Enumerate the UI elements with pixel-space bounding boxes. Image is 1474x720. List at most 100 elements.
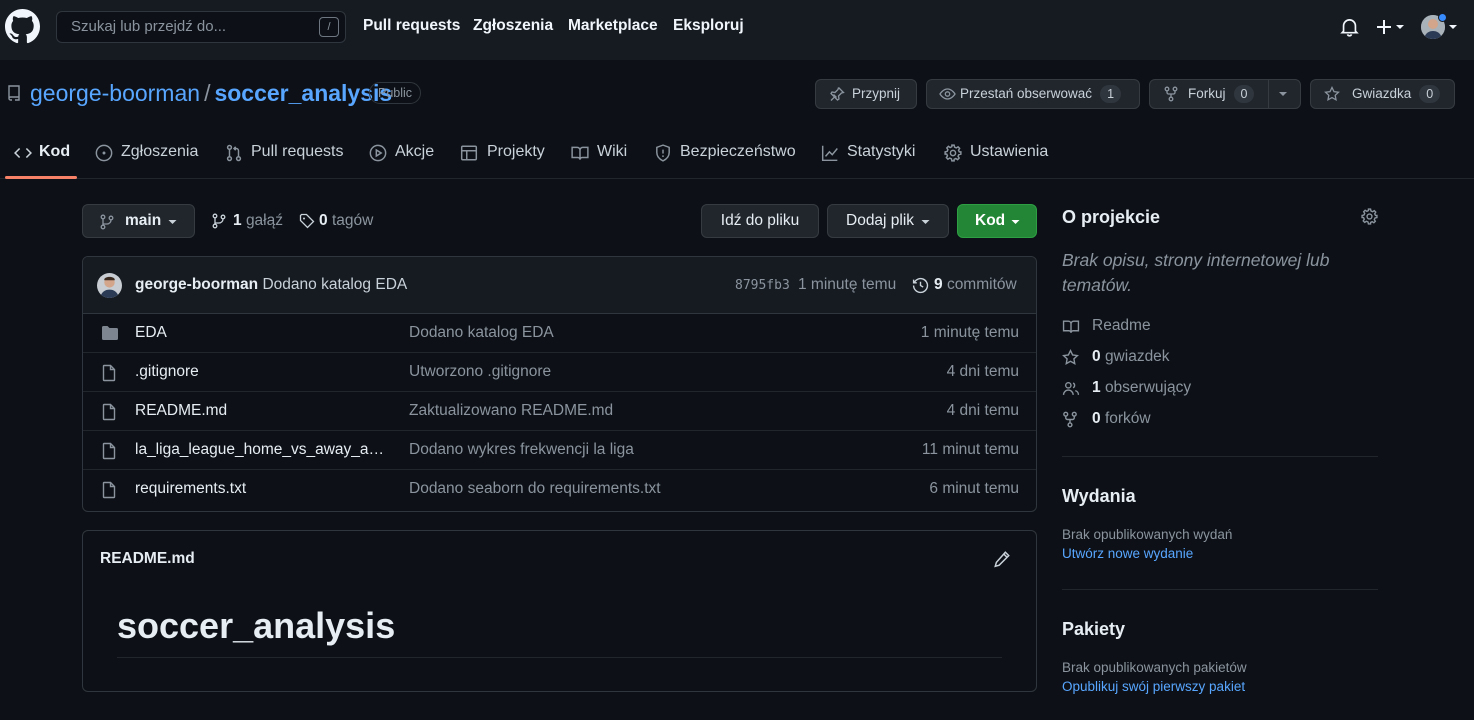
nav-issues[interactable]: Zgłoszenia (473, 17, 553, 35)
unwatch-button[interactable]: Przestań obserwować 1 (926, 79, 1140, 109)
fork-icon (1062, 411, 1078, 428)
forks-label: forków (1104, 410, 1151, 427)
nav-pull-requests[interactable]: Pull requests (363, 17, 460, 35)
commit-message-link[interactable]: Dodano katalog EDA (262, 276, 407, 293)
play-icon (369, 144, 387, 162)
add-file-caret-icon (921, 219, 930, 225)
search-input[interactable]: Szukaj lub przejdź do... / (56, 11, 346, 43)
tab-security-label: Bezpieczeństwo (680, 143, 796, 160)
file-commit-message[interactable]: Zaktualizowano README.md (409, 402, 613, 420)
star-button[interactable]: Gwiazdka 0 (1310, 79, 1455, 109)
tab-wiki-label: Wiki (597, 143, 628, 160)
repo-icon (6, 84, 22, 102)
tags-link[interactable]: 0 tagów (299, 212, 373, 230)
star-label: Gwiazdka (1352, 86, 1412, 101)
releases-title[interactable]: Wydania (1062, 486, 1136, 507)
file-commit-message[interactable]: Dodano seaborn do requirements.txt (409, 480, 661, 498)
branch-icon (100, 214, 114, 230)
repo-name-link[interactable]: soccer_analysis (214, 80, 392, 106)
branch-count-label: gałąź (245, 212, 283, 229)
file-commit-message[interactable]: Dodano katalog EDA (409, 324, 554, 342)
pin-button[interactable]: Przypnij (815, 79, 917, 109)
search-placeholder: Szukaj lub przejdź do... (71, 18, 227, 35)
avatar-caret-icon[interactable] (1449, 24, 1457, 30)
file-name-link[interactable]: la_liga_league_home_vs_away_att… (135, 441, 387, 459)
tab-projects-label: Projekty (487, 143, 545, 160)
nav-marketplace[interactable]: Marketplace (568, 17, 658, 35)
people-icon (1062, 380, 1080, 397)
create-release-link[interactable]: Utwórz nowe wydanie (1062, 546, 1193, 561)
file-row[interactable]: .gitignore Utworzono .gitignore 4 dni te… (83, 353, 1036, 392)
nav-explore[interactable]: Eksploruj (673, 17, 744, 35)
readme-panel: README.md soccer_analysis (82, 530, 1037, 692)
file-commit-message[interactable]: Utworzono .gitignore (409, 363, 551, 381)
releases-empty-text: Brak opublikowanych wydań (1062, 527, 1233, 542)
repo-owner-link[interactable]: george-boorman (30, 80, 200, 106)
tag-icon (299, 213, 315, 229)
commit-summary: george-boorman Dodano katalog EDA (135, 276, 407, 294)
go-to-file-button[interactable]: Idź do pliku (701, 204, 819, 238)
commit-author-link[interactable]: george-boorman (135, 276, 258, 293)
history-icon (912, 277, 929, 294)
file-name-link[interactable]: EDA (135, 324, 387, 342)
file-row[interactable]: requirements.txt Dodano seaborn do requi… (83, 470, 1036, 509)
commit-sha[interactable]: 8795fb3 (735, 278, 790, 293)
breadcrumb: george-boorman / soccer_analysis (30, 80, 392, 107)
create-new-plus-icon[interactable] (1375, 17, 1407, 37)
tab-actions-label: Akcje (395, 143, 435, 160)
add-file-label: Dodaj plik (846, 212, 915, 229)
publish-package-link[interactable]: Opublikuj swój pierwszy pakiet (1062, 679, 1245, 694)
file-commit-time: 4 dni temu (946, 402, 1019, 419)
branch-count-icon (212, 213, 226, 229)
fork-dropdown-caret-icon[interactable] (1279, 91, 1287, 97)
file-commit-time: 4 dni temu (946, 363, 1019, 380)
tag-count: 0 (319, 212, 328, 229)
tab-code-label: Kod (39, 143, 71, 160)
commit-author-avatar[interactable] (97, 273, 122, 298)
file-name-link[interactable]: README.md (135, 402, 387, 420)
tabs-divider (0, 178, 1474, 179)
file-name-link[interactable]: .gitignore (135, 363, 387, 381)
search-shortcut-badge: / (319, 17, 339, 37)
bell-icon[interactable] (1340, 17, 1359, 37)
about-title: O projekcie (1062, 207, 1161, 227)
tag-count-label: tagów (331, 212, 374, 229)
branches-link[interactable]: 1 gałąź (212, 212, 283, 230)
file-name-link[interactable]: requirements.txt (135, 480, 387, 498)
star-count: 0 (1419, 85, 1441, 103)
code-button-label: Kod (975, 212, 1006, 229)
file-commit-message[interactable]: Dodano wykres frekwencji la liga (409, 441, 634, 459)
branch-name: main (125, 212, 162, 229)
book-icon (1062, 318, 1080, 335)
eye-icon (939, 86, 956, 102)
file-row[interactable]: EDA Dodano katalog EDA 1 minutę temu (83, 314, 1036, 353)
commit-count-label: commitów (946, 276, 1017, 293)
issue-icon (95, 144, 113, 162)
code-caret-icon (1011, 219, 1020, 225)
fork-button[interactable]: Forkuj 0 (1149, 79, 1301, 109)
commit-time: 1 minutę temu (798, 276, 897, 293)
file-row[interactable]: la_liga_league_home_vs_away_att… Dodano … (83, 431, 1036, 470)
add-file-button[interactable]: Dodaj plik (827, 204, 949, 238)
file-row[interactable]: README.md Zaktualizowano README.md 4 dni… (83, 392, 1036, 431)
fork-icon (1164, 86, 1178, 102)
active-tab-indicator (5, 176, 77, 179)
file-commit-time: 6 minut temu (929, 480, 1019, 497)
github-logo-icon[interactable] (5, 9, 40, 44)
commit-count: 9 (934, 276, 943, 293)
notification-dot (1438, 13, 1447, 22)
pull-request-icon (225, 144, 243, 162)
file-browser: george-boorman Dodano katalog EDA 8795fb… (82, 256, 1037, 512)
code-button[interactable]: Kod (957, 204, 1037, 238)
file-icon (101, 403, 117, 421)
fork-label: Forkuj (1188, 86, 1226, 101)
commits-link[interactable]: 9 commitów (912, 276, 1017, 294)
sidebar-divider (1062, 456, 1378, 457)
breadcrumb-separator: / (204, 80, 211, 106)
forks-count: 0 (1092, 410, 1101, 427)
about-settings-gear-icon[interactable] (1361, 208, 1378, 225)
pencil-edit-icon[interactable] (993, 550, 1011, 568)
branch-select-button[interactable]: main (82, 204, 195, 238)
unwatch-label: Przestań obserwować (960, 86, 1093, 101)
packages-title[interactable]: Pakiety (1062, 619, 1125, 640)
